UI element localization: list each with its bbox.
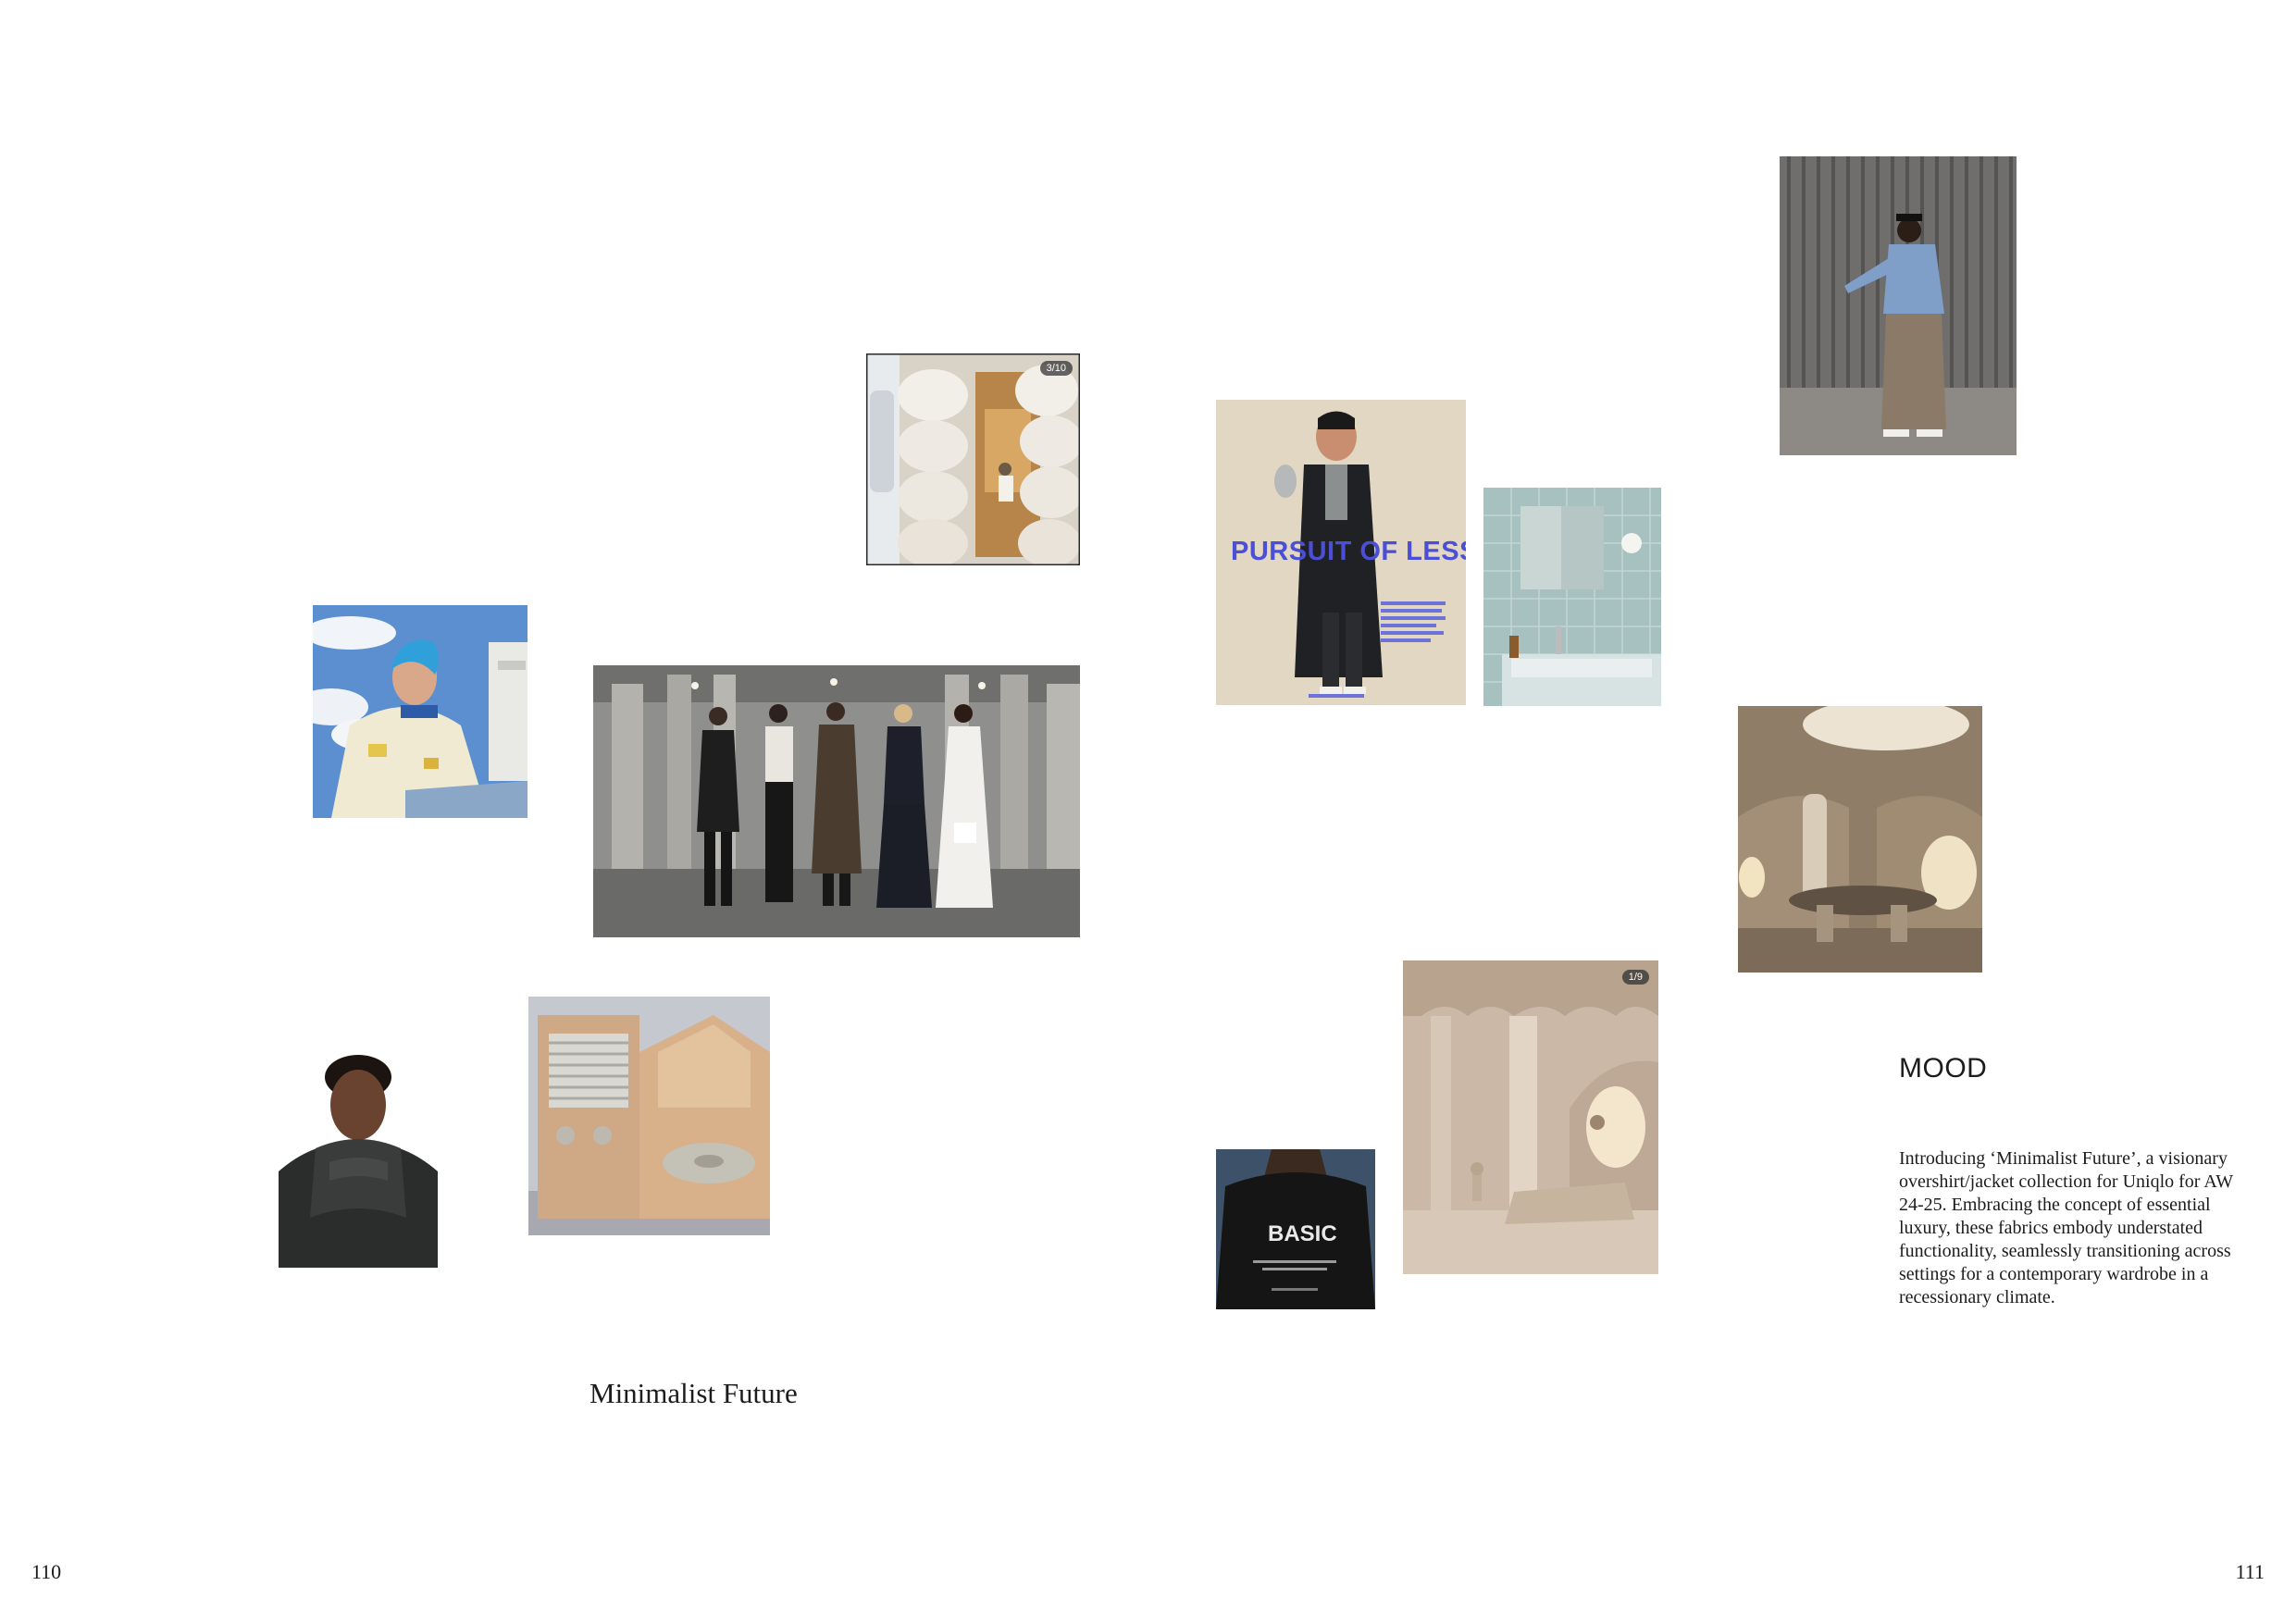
photo-arches-interior: 1/9	[1403, 960, 1658, 1274]
magazine-spread: 3/10 PURSUIT OF LESS 1/9 BASIC Minimalis…	[0, 0, 2296, 1623]
basic-hoodie-text: BASIC	[1268, 1221, 1337, 1246]
photo-pursuit-of-less: PURSUIT OF LESS	[1216, 400, 1466, 705]
mood-description: Introducing ‘Minimalist Future’, a visio…	[1899, 1148, 2233, 1307]
photo-denim-jacket-man	[1780, 156, 2017, 455]
photo-man-black-scarf	[279, 1033, 438, 1268]
page-number-right: 111	[2235, 1560, 2265, 1583]
pod-photo-counter: 3/10	[1039, 361, 1073, 376]
page-number-left: 110	[31, 1560, 62, 1583]
photo-group-models	[593, 665, 1080, 937]
arches-photo-counter: 1/9	[1621, 970, 1649, 985]
photo-pod-interior: 3/10	[866, 353, 1080, 565]
photo-blue-hair-man	[313, 605, 527, 818]
photo-tiled-bathroom	[1483, 488, 1661, 706]
spread-title: Minimalist Future	[590, 1377, 798, 1409]
photo-basic-hoodie: BASIC	[1216, 1149, 1375, 1309]
pursuit-headline: PURSUIT OF LESS	[1231, 537, 1466, 566]
photo-organic-interior-bench	[1738, 706, 1982, 973]
photo-radio-turntable	[528, 997, 770, 1235]
mood-heading: MOOD	[1899, 1053, 1988, 1084]
